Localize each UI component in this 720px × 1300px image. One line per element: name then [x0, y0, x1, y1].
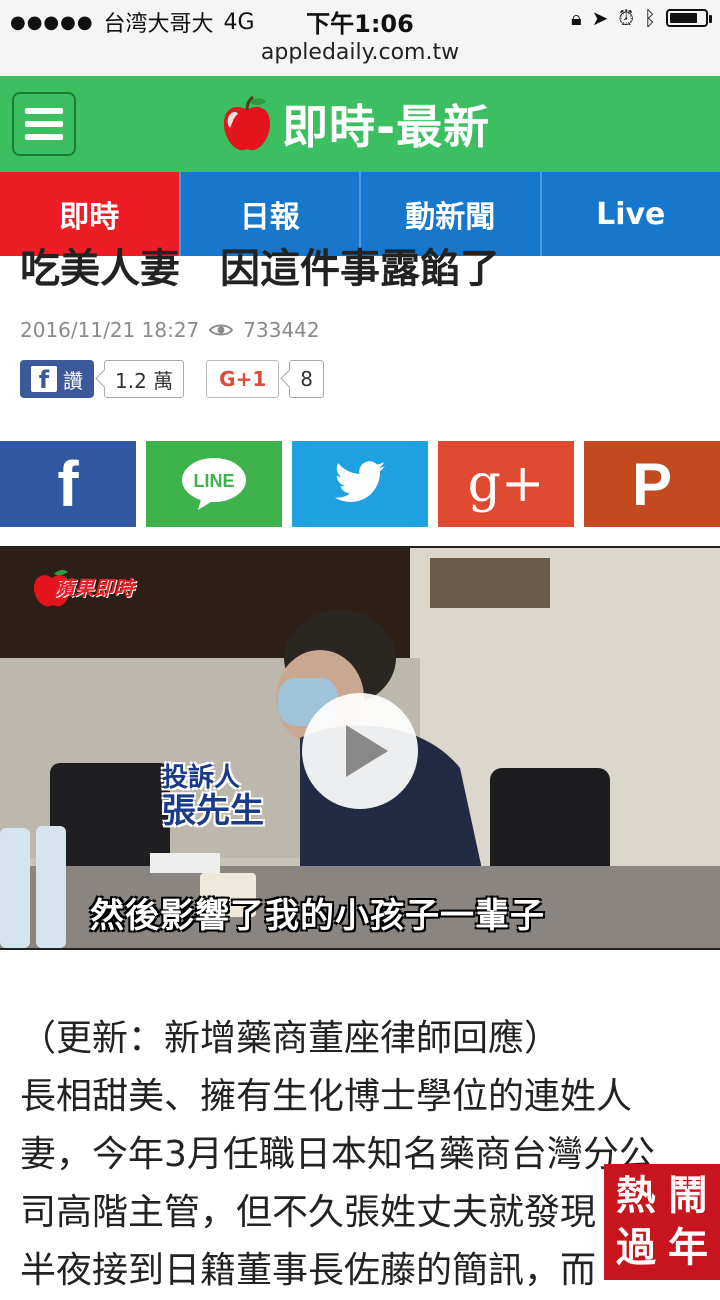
share-google-plus-button[interactable]: g+ — [438, 441, 574, 527]
bluetooth-icon: ᛒ — [644, 6, 656, 30]
site-header: 即時-最新 — [0, 76, 720, 172]
google-plus-count: 8 — [289, 360, 324, 398]
alarm-icon: ⏰︎ — [618, 6, 634, 30]
badge-char: 年 — [662, 1222, 714, 1274]
speaker-name: 張先生 — [162, 793, 264, 830]
menu-button[interactable] — [12, 92, 76, 156]
video-subtitle: 然後影響了我的小孩子一輩子 — [90, 888, 545, 937]
facebook-like-button[interactable]: f 讚 — [20, 360, 94, 398]
site-logo[interactable]: 即時-最新 — [220, 86, 490, 162]
url-bar[interactable]: appledaily.com.tw — [0, 40, 720, 65]
badge-char: 過 — [610, 1222, 662, 1274]
share-plurk-button[interactable]: P — [584, 441, 720, 527]
eye-icon — [209, 323, 233, 337]
badge-char: 鬧 — [662, 1170, 714, 1222]
article-meta: 2016/11/21 18:27 733442 — [20, 318, 320, 342]
line-label: LINE — [193, 471, 234, 492]
badge-char: 熱 — [610, 1170, 662, 1222]
plurk-icon: P — [632, 450, 672, 519]
orientation-lock-icon: 🔒︎ — [571, 6, 582, 30]
play-button[interactable] — [302, 693, 418, 809]
battery-icon — [666, 9, 708, 27]
status-bar: ●●●●● 台湾大哥大 4G 下午1:06 🔒︎ ➤ ⏰︎ ᛒ appledai… — [0, 0, 720, 76]
facebook-like-count: 1.2 萬 — [104, 360, 184, 398]
status-right: 🔒︎ ➤ ⏰︎ ᛒ — [571, 6, 708, 30]
article-headline: 吃美人妻 因這件事露餡了 — [20, 236, 500, 294]
tab-live[interactable]: Live — [540, 172, 720, 256]
share-bar: f LINE g+ P — [0, 441, 720, 527]
social-counters: f 讚 1.2 萬 G+1 8 — [20, 360, 324, 398]
location-icon: ➤ — [592, 6, 609, 30]
video-logo-text: 蘋果即時 — [54, 572, 134, 601]
google-plus-icon: g+ — [468, 454, 545, 514]
facebook-icon: f — [31, 366, 57, 392]
header-title: 即時-最新 — [282, 91, 490, 157]
share-line-button[interactable]: LINE — [146, 441, 282, 527]
facebook-icon: f — [57, 447, 78, 521]
google-plus-one-button[interactable]: G+1 — [206, 360, 279, 398]
view-count: 733442 — [243, 318, 319, 342]
share-facebook-button[interactable]: f — [0, 441, 136, 527]
share-twitter-button[interactable] — [292, 441, 428, 527]
twitter-icon — [332, 461, 388, 507]
article-paragraph: （更新：新增藥商董座律師回應） — [20, 1010, 720, 1068]
like-label: 讚 — [63, 365, 83, 394]
video-player[interactable]: 蘋果即時 投訴人 張先生 然後影響了我的小孩子一輩子 — [0, 546, 720, 950]
article-paragraph: 長相甜美、擁有生化博士學位的連姓人 — [20, 1068, 720, 1126]
speaker-label: 投訴人 張先生 — [162, 764, 264, 830]
speaker-role: 投訴人 — [162, 764, 264, 793]
apple-logo-icon — [220, 94, 274, 154]
publish-date: 2016/11/21 18:27 — [20, 318, 199, 342]
new-year-promo-badge[interactable]: 熱 鬧 過 年 — [604, 1164, 720, 1280]
